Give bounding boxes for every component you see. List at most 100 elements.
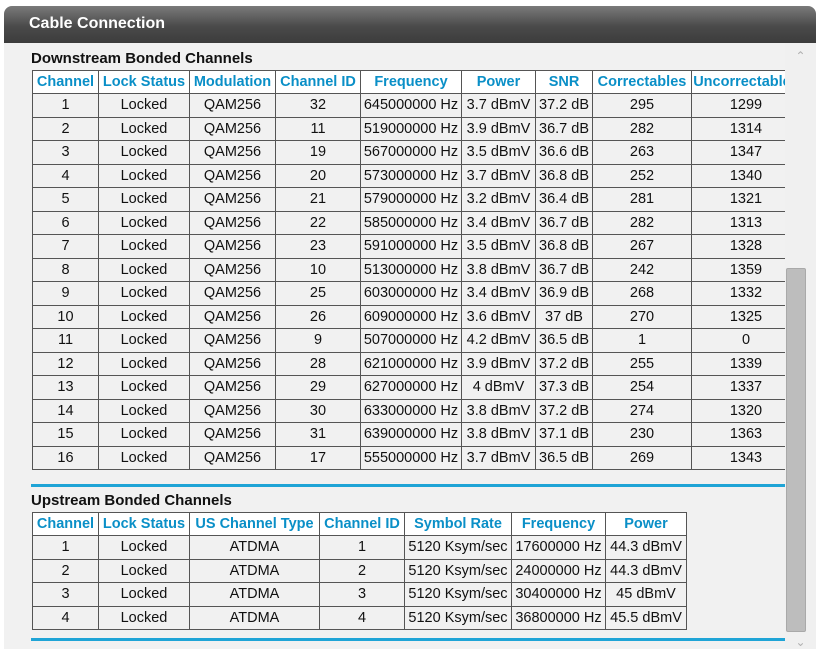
table-cell: 36.5 dB xyxy=(535,445,593,470)
downstream-column-header: Power xyxy=(461,70,536,94)
table-cell: 36.6 dB xyxy=(535,140,593,165)
table-cell: 1340 xyxy=(691,163,785,188)
table-cell: 1332 xyxy=(691,281,785,306)
table-row: 4 Locked QAM256 20 573000000 Hz 3.7 dBmV 36.8 … xyxy=(32,163,785,188)
table-cell: QAM256 xyxy=(189,422,276,447)
table-row: 6 Locked QAM256 22 585000000 Hz 3.4 dBmV 36.7 … xyxy=(32,210,785,235)
table-cell: Locked xyxy=(98,93,190,118)
table-cell: 15 xyxy=(32,422,99,447)
table-cell: 3.5 dBmV xyxy=(461,140,536,165)
table-cell: 1337 xyxy=(691,375,785,400)
table-cell: 44.3 dBmV xyxy=(605,558,687,583)
table-cell: 621000000 Hz xyxy=(360,351,462,376)
upstream-column-header: Lock Status xyxy=(98,512,190,536)
downstream-title: Downstream Bonded Channels xyxy=(31,50,253,67)
table-cell: 3.7 dBmV xyxy=(461,445,536,470)
table-cell: 3.9 dBmV xyxy=(461,351,536,376)
table-cell: 9 xyxy=(275,328,361,353)
table-cell: 10 xyxy=(275,257,361,282)
table-row: 7 Locked QAM256 23 591000000 Hz 3.5 dBmV 36.8 … xyxy=(32,234,785,259)
upstream-column-header: Channel xyxy=(32,512,99,536)
table-cell: 609000000 Hz xyxy=(360,304,462,329)
table-cell: 36.4 dB xyxy=(535,187,593,212)
table-cell: 3.5 dBmV xyxy=(461,234,536,259)
table-cell: 1359 xyxy=(691,257,785,282)
vertical-scrollbar[interactable]: ⌃ ⌄ xyxy=(785,43,816,649)
table-cell: 37.2 dB xyxy=(535,398,593,423)
downstream-column-header: Channel ID xyxy=(275,70,361,94)
table-cell: QAM256 xyxy=(189,375,276,400)
chevron-down-icon[interactable]: ⌄ xyxy=(785,631,816,649)
table-row: 15 Locked QAM256 31 639000000 Hz 3.8 dBmV 37.1… xyxy=(32,422,785,447)
table-cell: 269 xyxy=(592,445,692,470)
table-cell: 36.9 dB xyxy=(535,281,593,306)
downstream-column-header: Channel xyxy=(32,70,99,94)
table-cell: 603000000 Hz xyxy=(360,281,462,306)
table-cell: 25 xyxy=(275,281,361,306)
table-cell: 44.3 dBmV xyxy=(605,535,687,560)
table-cell: 30400000 Hz xyxy=(511,582,606,607)
table-cell: Locked xyxy=(98,116,190,141)
table-row: 13 Locked QAM256 29 627000000 Hz 4 dBmV 37.3 d… xyxy=(32,375,785,400)
table-cell: 2 xyxy=(32,116,99,141)
table-cell: 270 xyxy=(592,304,692,329)
downstream-column-header: Lock Status xyxy=(98,70,190,94)
table-cell: Locked xyxy=(98,535,190,560)
table-cell: 263 xyxy=(592,140,692,165)
table-cell: 37.3 dB xyxy=(535,375,593,400)
table-cell: QAM256 xyxy=(189,234,276,259)
table-cell: 5120 Ksym/sec xyxy=(404,605,512,630)
table-cell: 555000000 Hz xyxy=(360,445,462,470)
table-cell: 1328 xyxy=(691,234,785,259)
table-cell: QAM256 xyxy=(189,445,276,470)
chevron-up-icon[interactable]: ⌃ xyxy=(785,45,816,67)
table-cell: 36.7 dB xyxy=(535,116,593,141)
table-cell: QAM256 xyxy=(189,116,276,141)
table-cell: 255 xyxy=(592,351,692,376)
table-cell: 29 xyxy=(275,375,361,400)
table-cell: 45.5 dBmV xyxy=(605,605,687,630)
table-cell: 252 xyxy=(592,163,692,188)
table-cell: Locked xyxy=(98,210,190,235)
table-cell: 36800000 Hz xyxy=(511,605,606,630)
table-cell: 5 xyxy=(32,187,99,212)
table-cell: ATDMA xyxy=(189,535,320,560)
table-cell: 1325 xyxy=(691,304,785,329)
table-cell: 11 xyxy=(275,116,361,141)
table-row: 1 Locked QAM256 32 645000000 Hz 3.7 dBmV 37.2 … xyxy=(32,93,785,118)
table-cell: 10 xyxy=(32,304,99,329)
table-cell: 1299 xyxy=(691,93,785,118)
table-row: 14 Locked QAM256 30 633000000 Hz 3.8 dBmV 37.2… xyxy=(32,398,785,423)
table-cell: QAM256 xyxy=(189,328,276,353)
table-cell: Locked xyxy=(98,422,190,447)
table-cell: 254 xyxy=(592,375,692,400)
upstream-table: Channel Lock Status US Channel Type Channel… xyxy=(32,512,687,630)
table-cell: 1343 xyxy=(691,445,785,470)
table-cell: 3.8 dBmV xyxy=(461,422,536,447)
table-cell: 3 xyxy=(32,140,99,165)
table-cell: QAM256 xyxy=(189,351,276,376)
table-cell: ATDMA xyxy=(189,582,320,607)
table-cell: Locked xyxy=(98,445,190,470)
table-cell: 579000000 Hz xyxy=(360,187,462,212)
table-cell: 26 xyxy=(275,304,361,329)
table-cell: 1339 xyxy=(691,351,785,376)
table-cell: 633000000 Hz xyxy=(360,398,462,423)
upstream-title: Upstream Bonded Channels xyxy=(31,492,232,509)
table-cell: 242 xyxy=(592,257,692,282)
table-cell: 3.9 dBmV xyxy=(461,116,536,141)
table-cell: 3.7 dBmV xyxy=(461,163,536,188)
table-row: 2 Locked ATDMA 2 5120 Ksym/sec 24000000 Hz 44.… xyxy=(32,558,687,583)
table-cell: 567000000 Hz xyxy=(360,140,462,165)
scroll-thumb[interactable] xyxy=(786,268,806,632)
table-cell: 3 xyxy=(32,582,99,607)
table-cell: 1 xyxy=(319,535,405,560)
table-cell: Locked xyxy=(98,257,190,282)
table-cell: 282 xyxy=(592,116,692,141)
table-cell: 14 xyxy=(32,398,99,423)
table-cell: QAM256 xyxy=(189,210,276,235)
table-cell: 519000000 Hz xyxy=(360,116,462,141)
table-cell: 282 xyxy=(592,210,692,235)
table-row: 1 Locked ATDMA 1 5120 Ksym/sec 17600000 Hz 44.… xyxy=(32,535,687,560)
table-cell: 281 xyxy=(592,187,692,212)
